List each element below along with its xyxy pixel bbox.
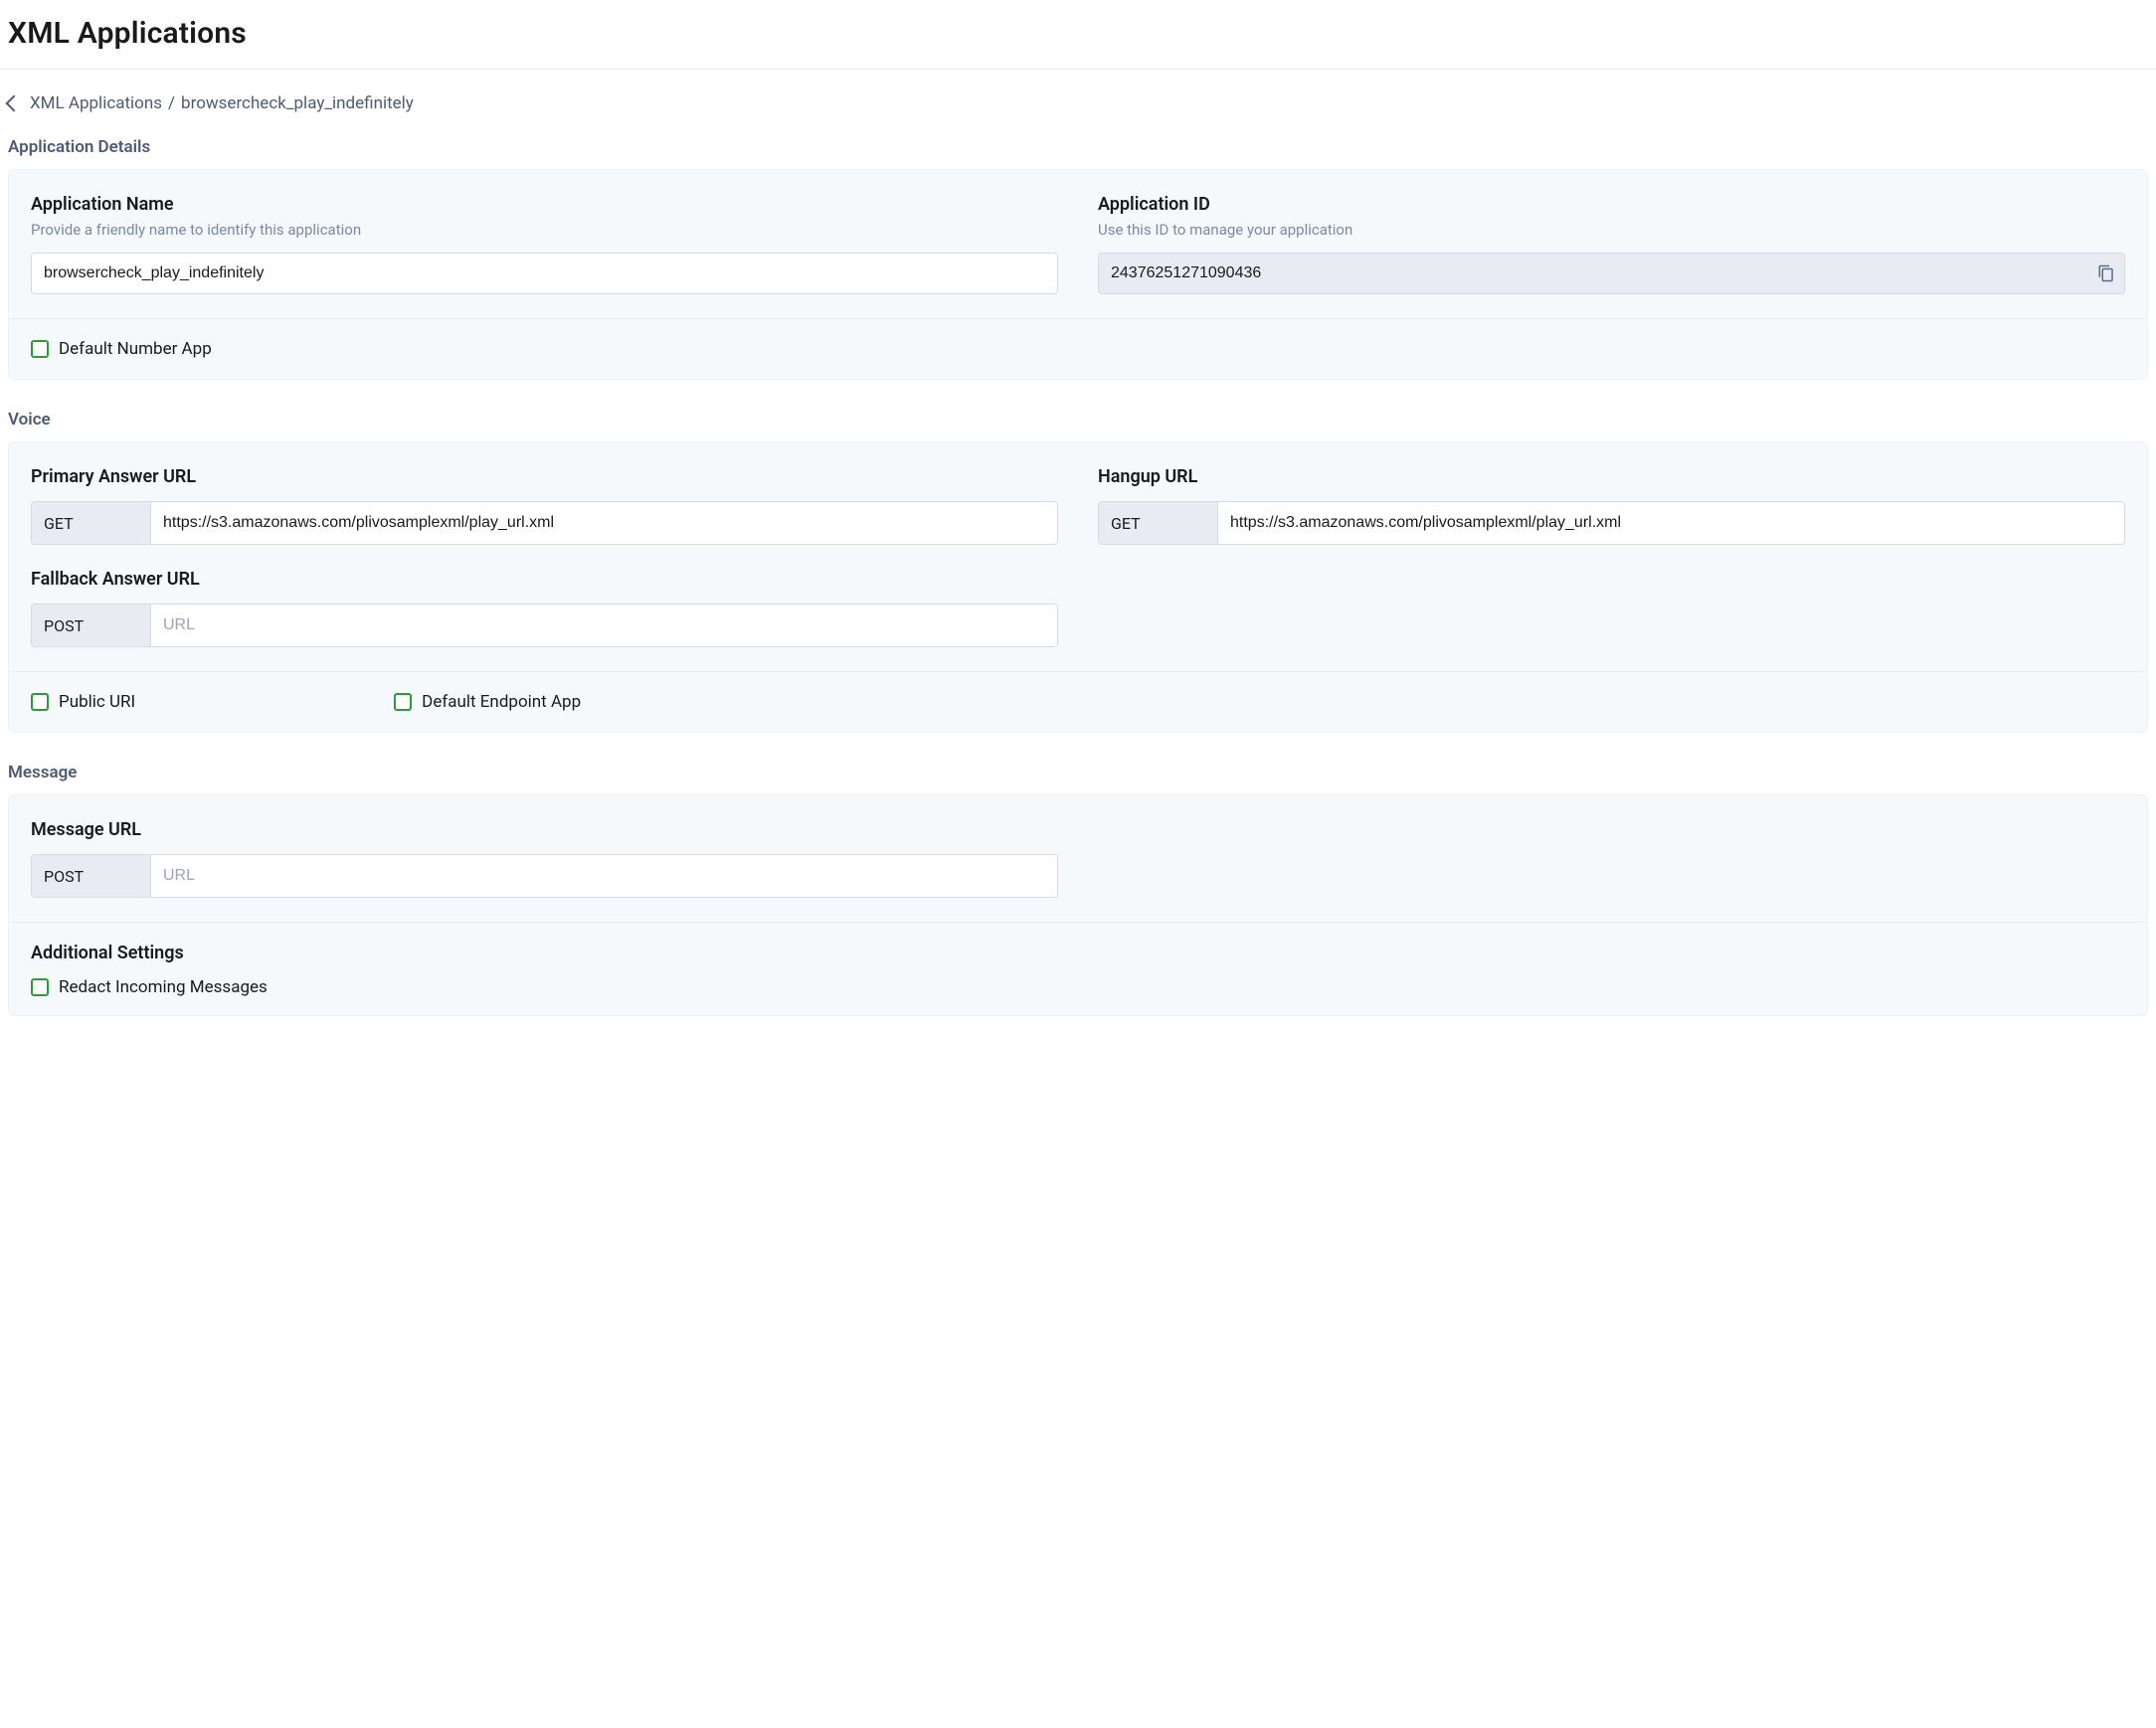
checkbox-box-icon [31, 978, 49, 996]
breadcrumb-separator: / [168, 93, 175, 113]
chevron-left-icon[interactable] [6, 95, 23, 112]
fallback-method-select[interactable]: POST [32, 605, 151, 646]
checkbox-box-icon [31, 693, 49, 711]
primary-answer-url-label: Primary Answer URL [31, 466, 1058, 487]
message-card: Message URL POST Additional Settings Red… [8, 794, 2148, 1016]
checkbox-box-icon [394, 693, 412, 711]
message-url-field: Message URL POST [31, 819, 1058, 898]
voice-footer: Public URI Default Endpoint App [9, 671, 2147, 732]
hangup-method-select[interactable]: GET [1099, 502, 1218, 544]
public-uri-label: Public URI [59, 692, 135, 712]
application-id-value[interactable] [1098, 253, 2125, 294]
primary-method-select[interactable]: GET [32, 502, 151, 544]
primary-url-input[interactable] [151, 502, 1057, 544]
application-id-field: Application ID Use this ID to manage you… [1098, 194, 2125, 294]
default-number-app-checkbox[interactable]: Default Number App [31, 339, 2125, 359]
message-method-select[interactable]: POST [32, 855, 151, 897]
voice-card: Primary Answer URL GET Hangup URL GET Fa… [8, 441, 2148, 733]
hangup-url-field: Hangup URL GET [1098, 466, 2125, 545]
message-url-input[interactable] [151, 855, 1057, 897]
application-id-label: Application ID [1098, 194, 2125, 215]
details-footer: Default Number App [9, 318, 2147, 379]
primary-answer-url-field: Primary Answer URL GET [31, 466, 1058, 545]
breadcrumb-current: browsercheck_play_indefinitely [181, 93, 414, 113]
default-endpoint-app-checkbox[interactable]: Default Endpoint App [394, 692, 581, 712]
additional-settings-label: Additional Settings [31, 943, 2125, 963]
fallback-url-input[interactable] [151, 605, 1057, 646]
section-title-details: Application Details [8, 137, 2148, 157]
default-endpoint-app-label: Default Endpoint App [422, 692, 581, 712]
default-number-app-label: Default Number App [59, 339, 212, 359]
redact-incoming-label: Redact Incoming Messages [59, 977, 268, 997]
application-name-label: Application Name [31, 194, 1058, 215]
redact-incoming-checkbox[interactable]: Redact Incoming Messages [31, 977, 2125, 997]
page-title: XML Applications [8, 10, 2148, 69]
page-divider [0, 69, 2156, 70]
breadcrumb: XML Applications / browsercheck_play_ind… [8, 91, 2148, 133]
application-name-input[interactable] [31, 253, 1058, 294]
hangup-url-label: Hangup URL [1098, 466, 2125, 487]
message-url-label: Message URL [31, 819, 1058, 840]
additional-settings-section: Additional Settings Redact Incoming Mess… [9, 922, 2147, 1015]
breadcrumb-root-link[interactable]: XML Applications [30, 93, 162, 113]
application-name-sub: Provide a friendly name to identify this… [31, 221, 1058, 239]
checkbox-box-icon [31, 340, 49, 358]
public-uri-checkbox[interactable]: Public URI [31, 692, 135, 712]
section-title-message: Message [8, 763, 2148, 782]
fallback-answer-url-label: Fallback Answer URL [31, 569, 1058, 590]
application-id-sub: Use this ID to manage your application [1098, 221, 2125, 239]
details-card: Application Name Provide a friendly name… [8, 169, 2148, 380]
application-name-field: Application Name Provide a friendly name… [31, 194, 1058, 294]
section-title-voice: Voice [8, 410, 2148, 430]
copy-icon[interactable] [2097, 264, 2115, 282]
fallback-answer-url-field: Fallback Answer URL POST [31, 569, 1058, 647]
hangup-url-input[interactable] [1218, 502, 2124, 544]
